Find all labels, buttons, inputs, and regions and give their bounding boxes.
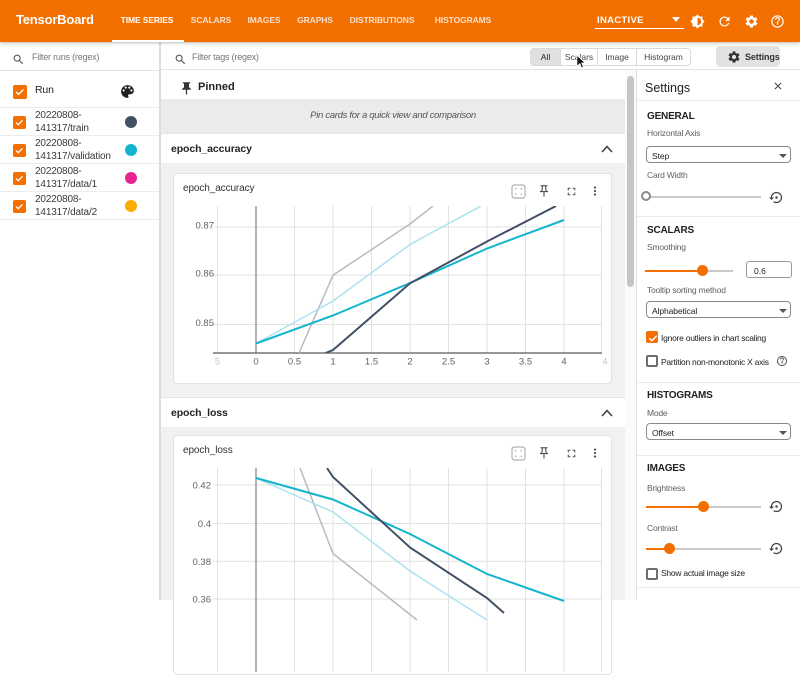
svg-text:0.4: 0.4 bbox=[198, 519, 211, 530]
svg-text:0.42: 0.42 bbox=[193, 481, 212, 492]
svg-text:5: 5 bbox=[215, 357, 220, 368]
svg-text:0.38: 0.38 bbox=[193, 557, 212, 568]
svg-text:0.5: 0.5 bbox=[288, 357, 301, 368]
svg-text:0.87: 0.87 bbox=[196, 221, 215, 232]
svg-text:1.5: 1.5 bbox=[365, 357, 378, 368]
svg-text:1: 1 bbox=[330, 357, 335, 368]
svg-text:3.5: 3.5 bbox=[519, 357, 532, 368]
svg-text:4: 4 bbox=[602, 357, 607, 368]
svg-text:2.5: 2.5 bbox=[442, 357, 455, 368]
svg-text:0.85: 0.85 bbox=[196, 318, 215, 329]
svg-text:0.86: 0.86 bbox=[196, 269, 215, 280]
svg-text:0: 0 bbox=[253, 357, 258, 368]
svg-text:0.36: 0.36 bbox=[193, 595, 212, 606]
svg-text:3: 3 bbox=[484, 357, 489, 368]
svg-text:2: 2 bbox=[407, 357, 412, 368]
svg-text:4: 4 bbox=[561, 357, 566, 368]
